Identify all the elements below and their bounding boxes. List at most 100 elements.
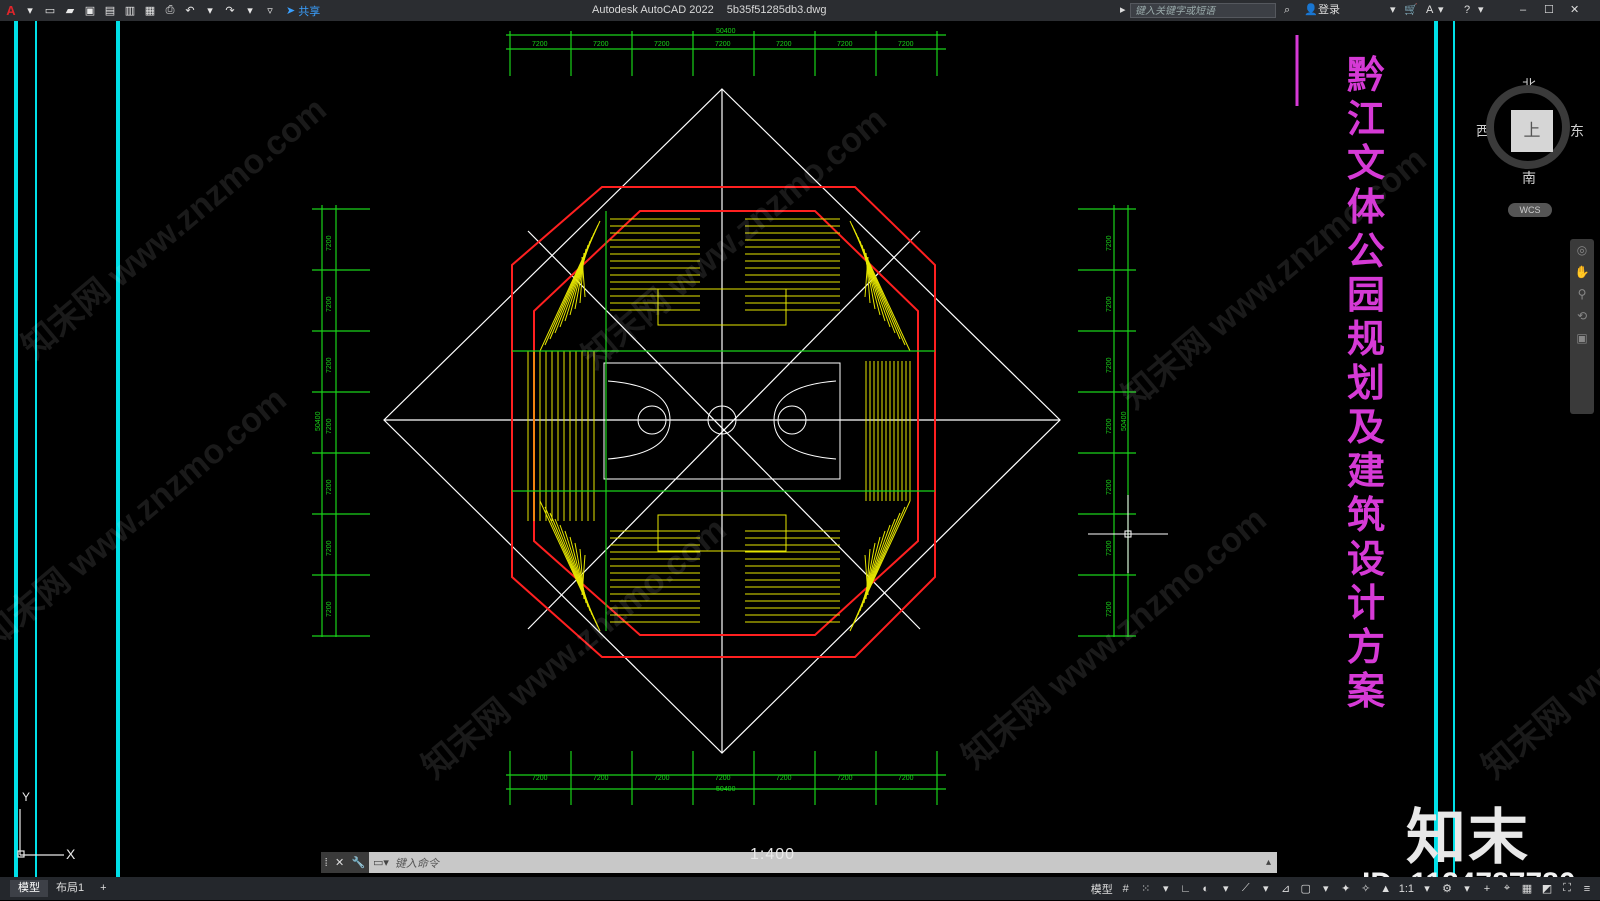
dim-segment-bottom: 7200	[776, 775, 792, 782]
search-input[interactable]: 键入关键字或短语	[1130, 3, 1276, 18]
help-dropdown-icon[interactable]: ▾	[1478, 0, 1484, 21]
orbit-icon[interactable]: ⟲	[1570, 305, 1594, 327]
command-line[interactable]: ⁞ ✕ 🔧 ▭▾ 键入命令 ▴	[321, 852, 1277, 873]
share-label: 共享	[298, 5, 321, 18]
tab-layout1[interactable]: 布局1	[48, 880, 92, 897]
dim-segment-bottom: 7200	[654, 775, 670, 782]
snap-dropdown-icon[interactable]: ▾	[1159, 882, 1173, 895]
minimize-icon[interactable]: –	[1520, 0, 1526, 21]
units-icon[interactable]: ⌖	[1500, 882, 1514, 895]
zoom-icon[interactable]: ⚲	[1570, 283, 1594, 305]
title-char: 筑	[1346, 492, 1385, 537]
customization-menu-icon[interactable]: ≡	[1580, 883, 1594, 895]
cart-icon[interactable]: 🛒	[1404, 0, 1418, 21]
autocad-logo-icon[interactable]: A	[4, 3, 18, 19]
saveas-icon[interactable]: ▤	[102, 3, 118, 19]
signin-dropdown-icon[interactable]: ▾	[1390, 0, 1396, 21]
pan-icon[interactable]: ✋	[1570, 261, 1594, 283]
selection-cycling-icon[interactable]: ▢	[1299, 882, 1313, 895]
user-icon[interactable]: 👤	[1304, 0, 1318, 21]
redo-dropdown-icon[interactable]: ▾	[242, 3, 258, 19]
showmotion-icon[interactable]: ▣	[1570, 327, 1594, 349]
customize-wrench-icon[interactable]: 🔧	[352, 856, 366, 869]
selection-dropdown-icon[interactable]: ▾	[1319, 882, 1333, 895]
drawing-scale-label: 1:400	[750, 846, 796, 863]
model-space-button[interactable]: 模型	[1091, 881, 1113, 897]
dim-segment-top: 7200	[654, 41, 670, 48]
title-char: 设	[1346, 536, 1385, 581]
signin-link[interactable]: 登录	[1318, 0, 1340, 21]
wcs-menu-button[interactable]: WCS	[1508, 203, 1552, 217]
title-char: 建	[1346, 448, 1385, 493]
publish-icon[interactable]: ▦	[142, 3, 158, 19]
tab-model[interactable]: 模型	[10, 880, 48, 897]
autodesk-app-icon[interactable]: A	[1426, 0, 1433, 21]
scale-dropdown-icon[interactable]: ▾	[1420, 882, 1434, 895]
osnap-tracking-icon[interactable]: ⟋	[1239, 882, 1253, 895]
title-char: 文	[1346, 140, 1385, 185]
help-icon[interactable]: ?	[1464, 0, 1470, 21]
snap-icon[interactable]: ⁙	[1139, 882, 1153, 895]
annotation-scale-icon[interactable]: ▲	[1379, 883, 1393, 895]
navigation-bar: ◎ ✋ ⚲ ⟲ ▣	[1570, 239, 1594, 414]
object-snap-icon[interactable]: ⊿	[1279, 882, 1293, 895]
dim-segment-top: 7200	[776, 41, 792, 48]
workspace-dropdown-icon[interactable]: ▾	[1460, 882, 1474, 895]
workspace-gear-icon[interactable]: ⚙	[1440, 882, 1454, 895]
share-icon: ➤	[286, 5, 296, 17]
customize-icon[interactable]: ▿	[262, 3, 278, 19]
new-icon[interactable]: ▭	[42, 3, 58, 19]
plot-preview-icon[interactable]: ▥	[122, 3, 138, 19]
app-name: Autodesk AutoCAD 2022	[592, 4, 714, 16]
viewcube[interactable]: 北 南 西 东 上	[1472, 71, 1588, 221]
open-icon[interactable]: ▰	[62, 3, 78, 19]
drawing-canvas[interactable]: 50400 7200 7200 7200 7200 7200 7200 7200 50400 72…	[0, 21, 1600, 900]
polar-icon[interactable]: ◐	[1199, 883, 1213, 895]
polar-dropdown-icon[interactable]: ▾	[1219, 882, 1233, 895]
share-button[interactable]: ➤ 共享	[286, 3, 320, 19]
viewcube-east[interactable]: 东	[1570, 121, 1584, 141]
save-icon[interactable]: ▣	[82, 3, 98, 19]
osnap-dropdown-icon[interactable]: ▾	[1259, 882, 1273, 895]
print-icon[interactable]: ⎙	[162, 3, 178, 19]
viewcube-top-face[interactable]: 上	[1511, 110, 1553, 152]
annotation-scale-value[interactable]: 1:1	[1399, 883, 1414, 895]
viewcube-south[interactable]: 南	[1522, 168, 1536, 188]
dim-segment-right: 7200	[1106, 235, 1113, 251]
annotation-visibility-icon[interactable]: ✦	[1339, 882, 1353, 895]
close-commandline-icon[interactable]: ✕	[335, 856, 344, 869]
dim-segment-left: 7200	[326, 296, 333, 312]
redo-icon[interactable]: ↷	[222, 3, 238, 19]
recent-commands-icon[interactable]: ▭▾	[373, 856, 389, 869]
isolate-objects-icon[interactable]: ◩	[1540, 882, 1554, 895]
dim-segment-left: 7200	[326, 357, 333, 373]
crosshair-cursor	[1088, 495, 1168, 573]
title-char: 黔	[1346, 52, 1385, 97]
app-dropdown-icon[interactable]: ▾	[1438, 0, 1444, 21]
search-icon[interactable]: ⌕	[1284, 0, 1290, 21]
add-layout-button[interactable]: +	[92, 880, 114, 897]
steering-wheel-icon[interactable]: ◎	[1570, 239, 1594, 261]
clean-screen-icon[interactable]: ⛶	[1560, 882, 1574, 895]
dim-segment-right: 7200	[1106, 296, 1113, 312]
file-name: 5b35f51285db3.dwg	[726, 4, 827, 16]
quick-properties-icon[interactable]: ▦	[1520, 882, 1534, 895]
maximize-icon[interactable]: ☐	[1544, 0, 1554, 21]
undo-icon[interactable]: ↶	[182, 3, 198, 19]
znzmo-logo: 知末	[1406, 804, 1530, 871]
grid-icon[interactable]: #	[1119, 883, 1133, 895]
app-menu-chevron-icon[interactable]: ▾	[22, 3, 38, 19]
undo-dropdown-icon[interactable]: ▾	[202, 3, 218, 19]
command-input[interactable]: 键入命令	[395, 855, 439, 871]
ortho-icon[interactable]: ∟	[1179, 883, 1193, 895]
close-icon[interactable]: ✕	[1570, 0, 1579, 21]
title-char: 划	[1346, 360, 1385, 405]
search-expand-icon[interactable]: ▸	[1120, 0, 1126, 21]
annotation-monitor-icon[interactable]: +	[1480, 883, 1494, 895]
dim-segment-bottom: 7200	[837, 775, 853, 782]
command-history-icon[interactable]: ▴	[1266, 857, 1271, 868]
grip-icon[interactable]: ⁞	[325, 857, 328, 869]
dim-total-bottom: 50400	[716, 786, 736, 793]
auto-scale-icon[interactable]: ✧	[1359, 882, 1373, 895]
frame-lines	[14, 21, 1455, 877]
